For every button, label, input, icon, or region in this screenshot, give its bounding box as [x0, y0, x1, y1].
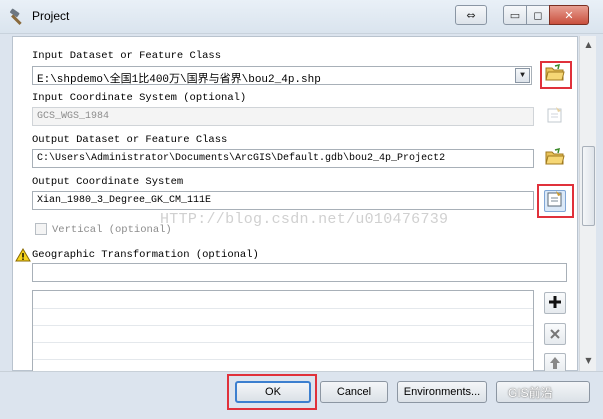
input-dataset-value: E:\shpdemo\全国1比400万\国界与省界\bou2_4p.shp [37, 74, 321, 85]
minimize-button[interactable]: ▭ [503, 5, 527, 25]
highlight-box-output-coord [537, 184, 574, 218]
geo-transform-label: Geographic Transformation (optional) [32, 249, 259, 261]
output-coord-field[interactable]: Xian_1980_3_Degree_GK_CM_111E [32, 191, 534, 210]
output-dataset-field[interactable]: C:\Users\Administrator\Documents\ArcGIS\… [32, 149, 534, 168]
remove-button[interactable] [544, 323, 566, 345]
output-coord-label: Output Coordinate System [32, 176, 184, 188]
title-bar: Project ⇔ ▭ ◻ ✕ [0, 0, 603, 34]
watermark-text: HTTP://blog.csdn.net/u010476739 [160, 211, 449, 228]
input-dataset-label: Input Dataset or Feature Class [32, 50, 222, 62]
swap-panel-button[interactable]: ⇔ [455, 5, 487, 25]
input-coord-browse-button [544, 106, 566, 128]
input-coord-field: GCS_WGS_1984 [32, 107, 534, 126]
output-dataset-value: C:\Users\Administrator\Documents\ArcGIS\… [37, 153, 446, 164]
highlight-box-input-browse [540, 61, 572, 89]
input-coord-label: Input Coordinate System (optional) [32, 92, 247, 104]
chevron-down-icon[interactable]: ▼ [515, 68, 530, 83]
warning-icon [15, 247, 31, 266]
folder-open-icon [545, 147, 565, 170]
highlight-box-ok [227, 374, 317, 410]
output-dataset-label: Output Dataset or Feature Class [32, 134, 228, 146]
cancel-button[interactable]: Cancel [320, 381, 388, 403]
maximize-button[interactable]: ◻ [526, 5, 550, 25]
input-coord-value: GCS_WGS_1984 [37, 111, 110, 122]
watermark-logo-text: GIS前沿 [508, 386, 553, 400]
add-button[interactable] [544, 292, 566, 314]
environments-button[interactable]: Environments... [397, 381, 487, 403]
x-icon [549, 325, 561, 344]
vertical-label: Vertical (optional) [52, 224, 172, 236]
output-dataset-browse-button[interactable] [544, 147, 566, 170]
output-coord-value: Xian_1980_3_Degree_GK_CM_111E [37, 195, 212, 206]
scroll-thumb[interactable] [582, 146, 595, 226]
vertical-scrollbar[interactable]: ▲ ▼ [579, 36, 596, 371]
geo-transform-list[interactable] [32, 290, 534, 380]
window-title: Project [32, 9, 70, 23]
plus-icon [548, 294, 562, 313]
scroll-up-icon[interactable]: ▲ [582, 38, 595, 52]
spatial-reference-icon [546, 106, 564, 128]
scroll-down-icon[interactable]: ▼ [582, 354, 595, 368]
close-button[interactable]: ✕ [549, 5, 589, 25]
input-dataset-dropdown[interactable]: E:\shpdemo\全国1比400万\国界与省界\bou2_4p.shp ▼ [32, 66, 532, 85]
geo-transform-field[interactable] [32, 263, 567, 282]
vertical-checkbox [35, 223, 47, 235]
hammer-icon [8, 8, 28, 26]
